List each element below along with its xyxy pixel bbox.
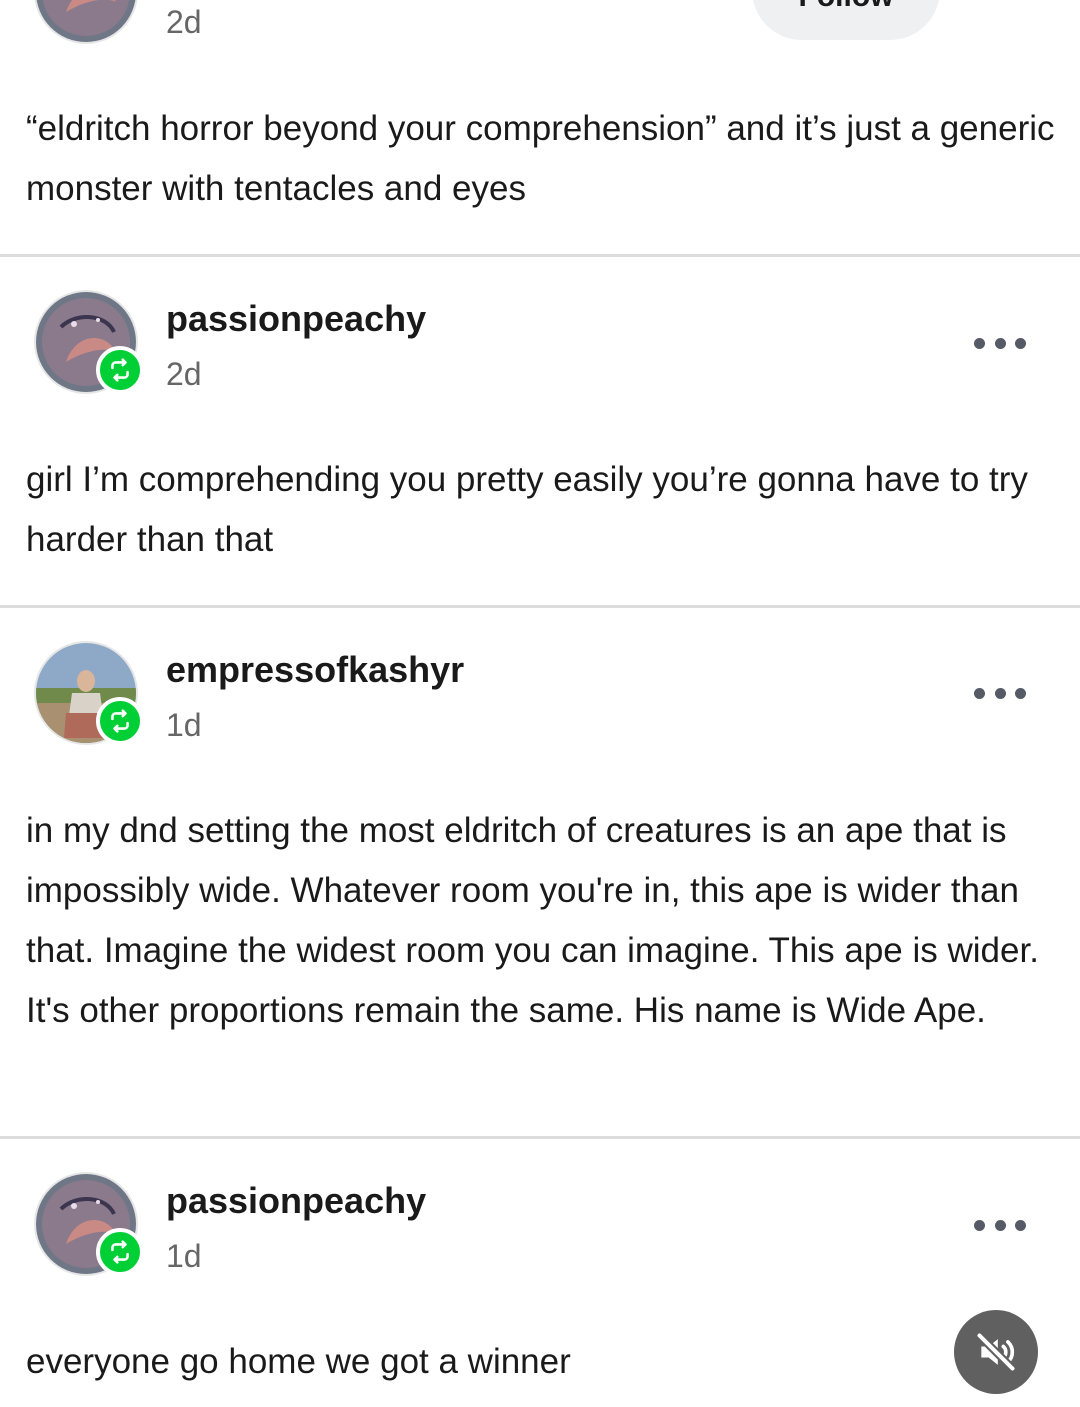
- post-timestamp: 1d: [166, 707, 202, 743]
- post-body: in my dnd setting the most eldritch of c…: [26, 811, 1039, 1030]
- post-avatar[interactable]: [36, 0, 136, 42]
- top-post: 2d Follow “eldritch horror beyond your c…: [0, 0, 1080, 256]
- post-username[interactable]: passionpeachy: [166, 297, 426, 341]
- post-timestamp: 2d: [166, 4, 202, 40]
- mute-button[interactable]: [954, 1310, 1038, 1394]
- post-timestamp: 2d: [166, 356, 202, 392]
- post-body: “eldritch horror beyond your comprehensi…: [26, 109, 1055, 208]
- reblog-icon: [111, 709, 129, 733]
- post-timestamp: 1d: [166, 1238, 202, 1274]
- more-options-icon[interactable]: [970, 0, 1030, 4]
- more-options-icon[interactable]: [970, 328, 1030, 358]
- reblog-icon: [111, 358, 129, 382]
- more-options-icon[interactable]: [970, 678, 1030, 708]
- reblog-post: passionpeachy 2d girl I’m comprehending …: [0, 257, 1080, 607]
- post-username[interactable]: empressofkashyr: [166, 648, 464, 692]
- reblog-badge: [96, 1228, 144, 1276]
- reblog-post: passionpeachy 1d everyone go home we got…: [0, 1139, 1080, 1407]
- post-body: girl I’m comprehending you pretty easily…: [26, 460, 1028, 559]
- reblog-post: empressofkashyr 1d in my dnd setting the…: [0, 608, 1080, 1138]
- reblog-icon: [111, 1240, 129, 1264]
- post-body: everyone go home we got a winner: [26, 1342, 571, 1381]
- moon-avatar-icon: [36, 0, 136, 42]
- more-options-icon[interactable]: [970, 1210, 1030, 1240]
- muted-speaker-icon: [975, 1331, 1017, 1373]
- reblog-badge: [96, 346, 144, 394]
- follow-button[interactable]: Follow: [752, 0, 940, 40]
- post-username[interactable]: passionpeachy: [166, 1179, 426, 1223]
- reblog-badge: [96, 697, 144, 745]
